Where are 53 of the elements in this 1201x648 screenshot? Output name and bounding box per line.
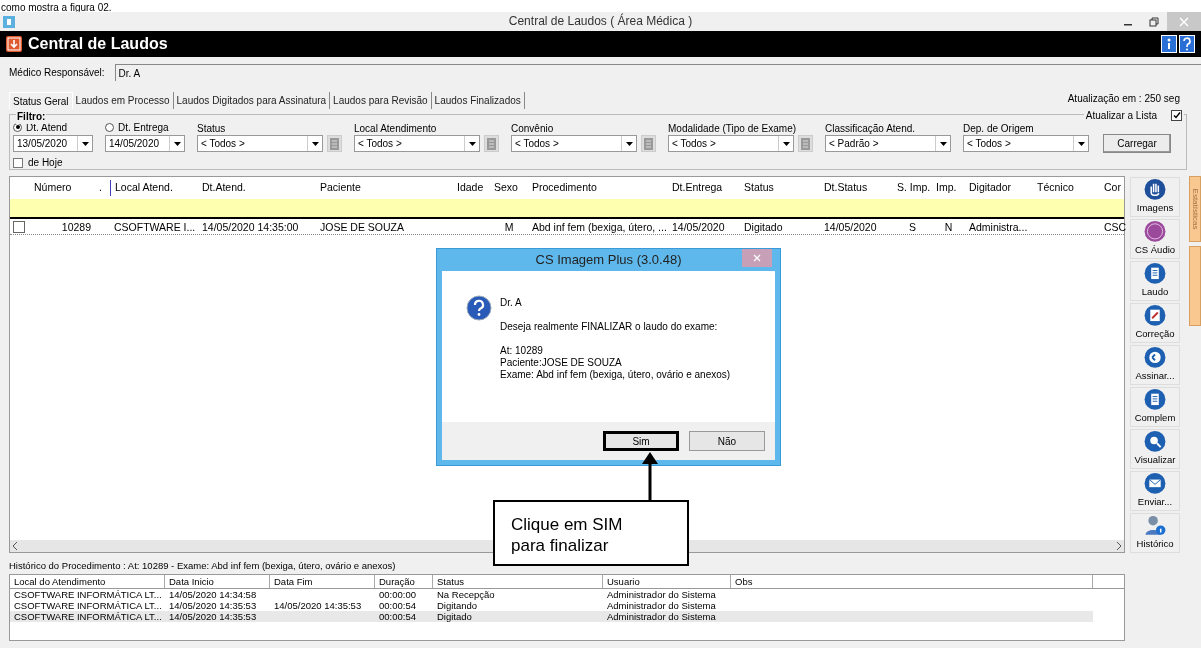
table-cell-text: N [943,219,954,234]
table-cell-text: Digitado [436,611,473,623]
dialog-heading: Dr. A [500,297,523,309]
table-cell-text: M [503,219,515,234]
field-label: Médico Responsável: [9,66,105,80]
history-title: Histórico do Procedimento : At: 10289 - Exame: Abd inf fem (bexiga, útero, ovário e anexos) [9,559,397,573]
table-cell-text: Administra... [968,219,1029,234]
table-cell-text: Administrador do Sistema [606,600,717,612]
callout-text: para finalizar [511,535,610,556]
field-label: Classificação Atend. [825,122,917,133]
header-title: Central de Laudos [28,34,168,54]
doctor-name: Dr. A [118,66,141,81]
table-cell-text: Administrador do Sistema [606,611,717,623]
table-cell-text: 00:00:00 [378,589,417,601]
table-cell-text: 00:00:54 [378,611,417,623]
refresh-interval-text: Atualização em : 250 seg [1067,92,1180,106]
field-label: Convênio [511,122,555,133]
field-label: Local Atendimento [354,122,438,133]
table-cell-text: Na Recepção [436,589,496,601]
field-label: Dep. de Origem [963,122,1035,133]
dialog-title: CS Imagem Plus (3.0.48) [535,251,682,270]
table-cell-text: 14/05/2020 14:35:53 [168,600,258,612]
table-cell-text: Digitando [436,600,479,612]
table-cell-text: 14/05/2020 [671,219,726,234]
table-cell-text: 14/05/2020 14:34:58 [168,589,258,601]
table-cell-text: 14/05/2020 [823,219,878,234]
radio-label: Dt. Entrega [118,120,169,135]
field-label: Modalidade (Tipo de Exame) [668,122,798,133]
table-cell-text: CSOFTWARE INFORMÁTICA LT... [13,589,163,601]
table-cell-text: Digitado [743,219,784,234]
table-cell-text: CSOFTWARE INFORMÁTICA LT... [13,600,163,612]
document-text: como mostra a figura 02. [0,2,112,14]
table-cell-text: 14/05/2020 14:35:53 [273,600,363,612]
table-cell-text: Administrador do Sistema [606,589,717,601]
table-cell-text: CSOFTWARE I... [113,219,197,234]
checkbox-label: Atualizar a Lista [1085,109,1157,123]
dialog-detail: Paciente:JOSE DE SOUZA [500,357,623,369]
table-cell-text: 00:00:54 [378,600,417,612]
window-title: Central de Laudos ( Área Médica ) [508,14,693,28]
table-cell-text: S [908,219,917,234]
table-cell-text: JOSE DE SOUZA [319,219,405,234]
table-cell-text: 14/05/2020 14:35:53 [168,611,258,623]
dialog-detail: Exame: Abd inf fem (bexiga, útero, ovário e anexos) [500,369,731,381]
table-cell-text: 10289 [60,219,92,234]
callout-text: Clique em SIM [511,514,624,535]
checkbox-label: de Hoje [28,156,63,170]
field-label: Status [197,122,227,133]
table-cell-text: 14/05/2020 14:35:00 [201,219,300,234]
dialog-message: Deseja realmente FINALIZAR o laudo do exame: [500,321,719,333]
group-title: Filtro: [16,109,47,124]
table-cell-text: CSOFTWARE INFORMÁTICA LT... [13,611,163,623]
table-cell-text: Abd inf fem (bexiga, útero, ... [531,219,668,234]
dialog-detail: At: 10289 [500,345,544,357]
